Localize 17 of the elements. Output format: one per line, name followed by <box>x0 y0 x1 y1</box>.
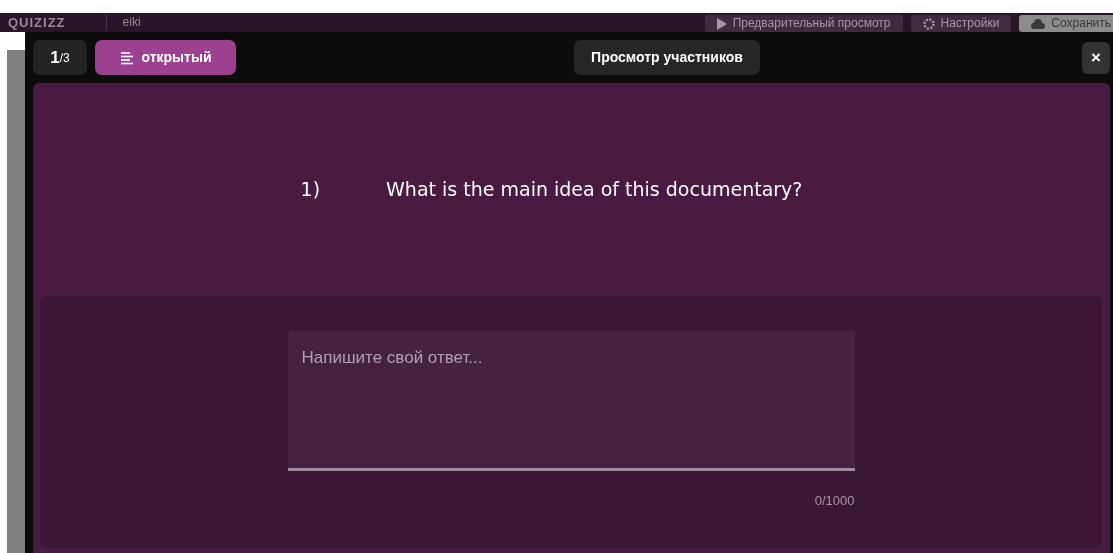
cloud-icon <box>1031 17 1046 30</box>
answer-field[interactable]: Напишите свой ответ... <box>287 331 855 471</box>
character-counter: 0/1000 <box>813 492 855 510</box>
save-button[interactable]: Сохранить <box>1019 15 1113 32</box>
lines-icon <box>119 50 134 65</box>
close-button[interactable]: × <box>1082 41 1110 74</box>
question-type-button[interactable]: открытый <box>95 40 236 75</box>
preview-button[interactable]: Предварительный просмотр <box>704 15 903 32</box>
play-icon <box>716 17 727 30</box>
settings-button[interactable]: Настройки <box>910 15 1012 32</box>
participant-preview-button[interactable]: Просмотр участников <box>574 40 760 75</box>
gear-icon <box>922 17 935 30</box>
logo: QUIZIZZ <box>8 15 66 30</box>
quiz-title: eiki <box>105 15 141 30</box>
question-text: What is the main idea of this documentary? <box>386 177 803 203</box>
question-number: 1) <box>300 177 321 203</box>
question-counter: 1/3 <box>33 40 87 75</box>
